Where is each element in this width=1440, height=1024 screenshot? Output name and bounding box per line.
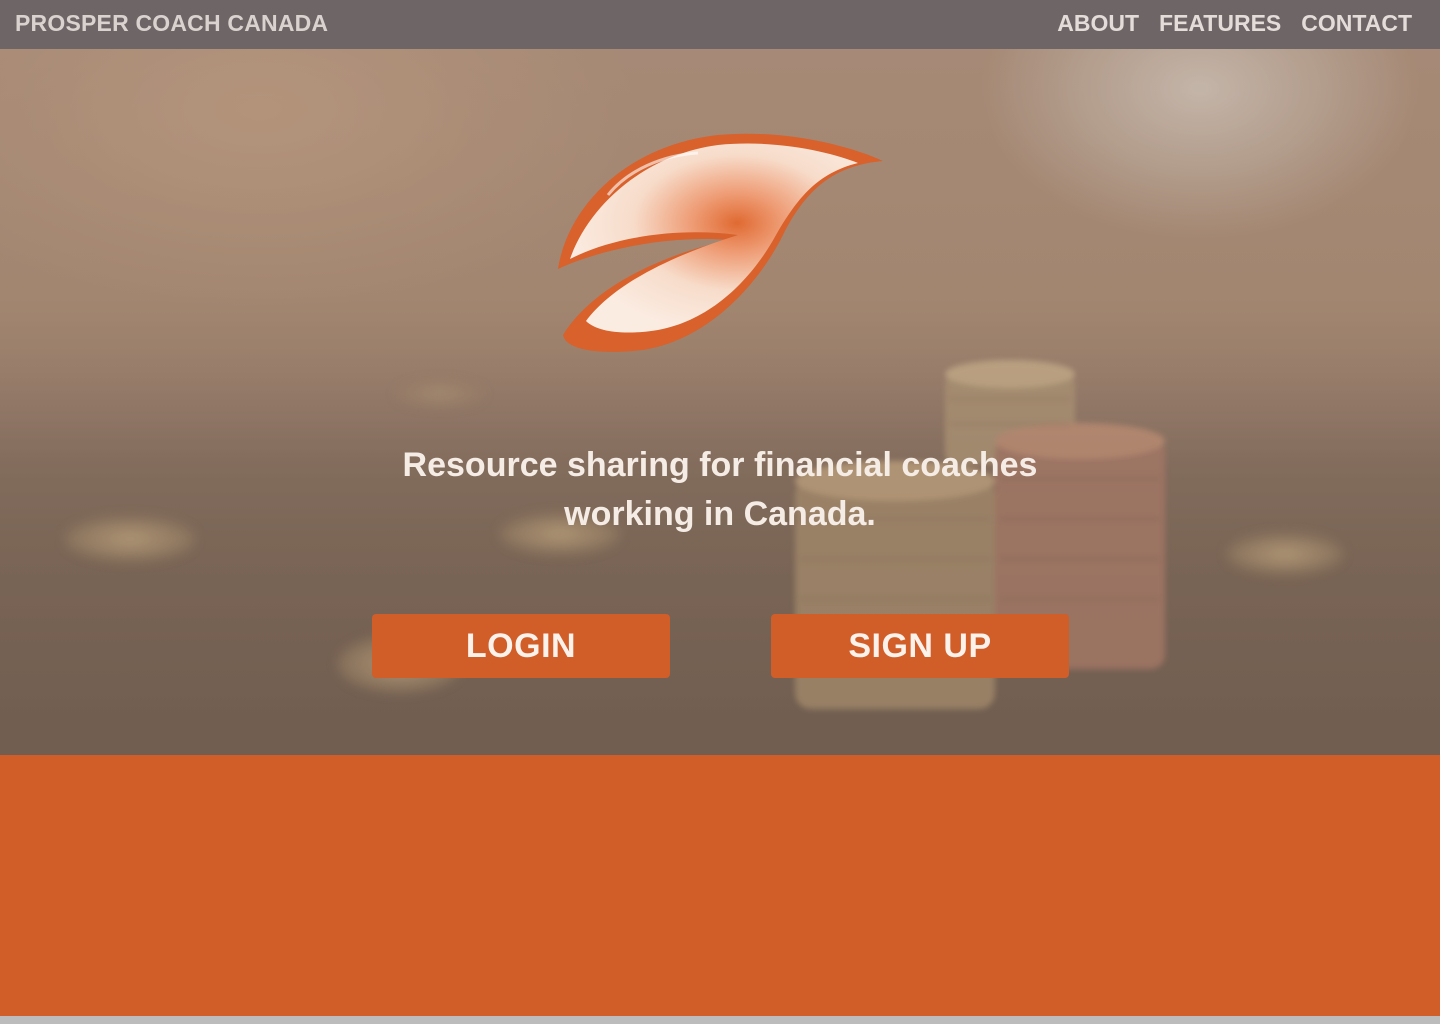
bottom-divider-strip xyxy=(0,1016,1440,1024)
nav-link-contact[interactable]: CONTACT xyxy=(1301,10,1412,37)
nav-link-features[interactable]: FEATURES xyxy=(1159,10,1281,37)
tagline-line-1: Resource sharing for financial coaches xyxy=(402,446,1038,484)
tagline-line-2: working in Canada. xyxy=(564,495,876,533)
hero-section: Resource sharing for financial coaches w… xyxy=(0,49,1440,755)
top-navigation-bar: PROSPER COACH CANADA ABOUT FEATURES CONT… xyxy=(0,0,1440,49)
landing-page: PROSPER COACH CANADA ABOUT FEATURES CONT… xyxy=(0,0,1440,1024)
nav-link-about[interactable]: ABOUT xyxy=(1057,10,1139,37)
orange-content-band xyxy=(0,755,1440,1016)
hero-tagline: Resource sharing for financial coaches w… xyxy=(320,441,1120,539)
leaf-logo-icon xyxy=(558,133,883,352)
brand-name-link[interactable]: PROSPER COACH CANADA xyxy=(15,10,328,37)
login-button[interactable]: LOGIN xyxy=(372,614,670,678)
main-nav: ABOUT FEATURES CONTACT xyxy=(1057,10,1412,37)
sign-up-button[interactable]: SIGN UP xyxy=(771,614,1069,678)
